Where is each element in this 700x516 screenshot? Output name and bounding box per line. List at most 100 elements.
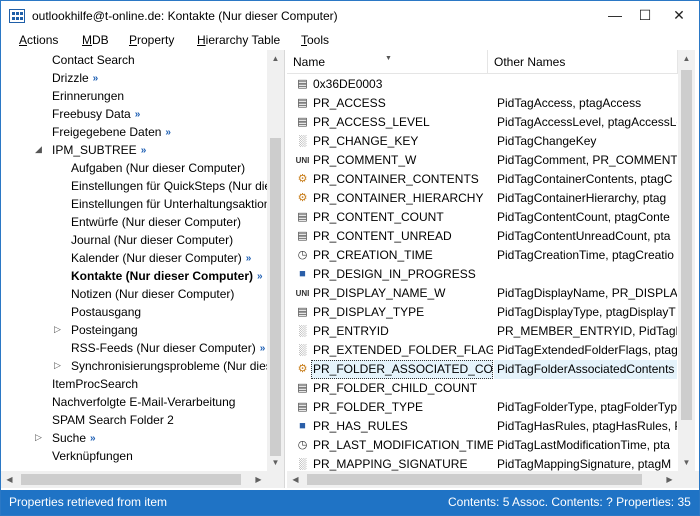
scroll-right-icon[interactable]: ▶ — [250, 471, 267, 488]
linked-folder-icon: » — [134, 108, 141, 120]
status-counts: Contents: 5 Assoc. Contents: ? Propertie… — [448, 495, 691, 509]
property-row[interactable]: ⚙ PR_CONTAINER_HIERARCHY PidTagContainerHi… — [287, 189, 677, 208]
tree-item[interactable]: IPM_SUBTREE» — [52, 141, 146, 159]
tree-item[interactable]: Postausgang — [71, 303, 141, 321]
bytes-icon: ░ — [298, 325, 307, 337]
window-title: outlookhilfe@t-online.de: Kontakte (Nur … — [32, 9, 338, 23]
scroll-thumb[interactable] — [270, 138, 281, 456]
property-row[interactable]: ░ PR_EXTENDED_FOLDER_FLAGS PidTagExtendedF… — [287, 341, 677, 360]
expand-icon[interactable]: ▷ — [54, 360, 61, 371]
tree-item[interactable]: Journal (Nur dieser Computer) — [71, 231, 233, 249]
tree-item[interactable]: Posteingang — [71, 321, 138, 339]
maximize-button[interactable]: ☐ — [631, 3, 659, 27]
close-button[interactable]: ✕ — [665, 3, 693, 27]
app-icon — [9, 9, 25, 23]
scroll-down-icon[interactable]: ▼ — [267, 454, 284, 471]
property-list[interactable]: Name ▼ Other Names ▤ 0x36DE0003 ▤ PR_ACCESS… — [287, 50, 699, 488]
property-row[interactable]: ░ PR_CHANGE_KEY PidTagChangeKey — [287, 132, 677, 151]
tree-item[interactable]: Nachverfolgte E-Mail-Verarbeitung — [52, 393, 235, 411]
linked-folder-icon: » — [257, 270, 263, 282]
tree-item-label: ItemProcSearch — [52, 377, 139, 391]
expand-icon[interactable]: ▷ — [35, 432, 42, 443]
property-name: PR_EXTENDED_FOLDER_FLAGS — [313, 343, 493, 357]
tree-item-label: Erinnerungen — [52, 89, 125, 103]
menu-property[interactable]: Property — [129, 33, 174, 47]
column-header-other-names[interactable]: Other Names — [488, 50, 678, 74]
property-row[interactable]: ■ PR_DESIGN_IN_PROGRESS — [287, 265, 677, 284]
object-icon: ⚙ — [297, 192, 308, 204]
tree-item[interactable]: Kalender (Nur dieser Computer)» — [71, 249, 251, 267]
property-row[interactable]: ■ PR_HAS_RULES PidTagHasRules, ptagHasRule… — [287, 417, 677, 436]
property-name: PR_CREATION_TIME — [313, 248, 433, 262]
menu-mdb[interactable]: MDB — [82, 33, 109, 47]
tree-item[interactable]: Einstellungen für Unterhaltungsaktion — [71, 195, 270, 213]
menu-hierarchy-table[interactable]: Hierarchy Table — [197, 33, 280, 47]
menu-tools[interactable]: Tools — [301, 33, 329, 47]
tree-item[interactable]: Erinnerungen — [52, 87, 124, 105]
property-row[interactable]: ◷ PR_LAST_MODIFICATION_TIME PidTagLastModi… — [287, 436, 677, 455]
menu-actions[interactable]: Actions — [19, 33, 58, 47]
properties-vertical-scrollbar[interactable]: ▲ ▼ — [678, 50, 695, 471]
unicode-icon: UNI — [295, 289, 310, 298]
property-other-names: PidTagDisplayType, ptagDisplayT — [497, 305, 676, 319]
tree-item[interactable]: Freigegebene Daten» — [52, 123, 171, 141]
scroll-left-icon[interactable]: ◀ — [287, 471, 304, 488]
tree-item-label: Aufgaben (Nur dieser Computer) — [71, 161, 246, 175]
minimize-button[interactable]: — — [601, 3, 629, 27]
scroll-down-icon[interactable]: ▼ — [678, 454, 695, 471]
property-other-names: PR_MEMBER_ENTRYID, PidTagEnt — [497, 324, 677, 338]
scroll-thumb[interactable] — [307, 474, 642, 485]
tree-horizontal-scrollbar[interactable]: ◀ ▶ — [1, 471, 284, 488]
tree-item[interactable]: Entwürfe (Nur dieser Computer) — [71, 213, 241, 231]
tree-item-label: Journal (Nur dieser Computer) — [71, 233, 234, 247]
unicode-icon: UNI — [295, 156, 310, 165]
property-row[interactable]: ◷ PR_CREATION_TIME PidTagCreationTime, pta… — [287, 246, 677, 265]
tree-item[interactable]: Freebusy Data» — [52, 105, 140, 123]
tree-item[interactable]: RSS-Feeds (Nur dieser Computer)» — [71, 339, 265, 357]
tree-vertical-scrollbar[interactable]: ▲ ▼ — [267, 50, 284, 471]
scroll-right-icon[interactable]: ▶ — [661, 471, 678, 488]
property-row[interactable]: ░ PR_ENTRYID PR_MEMBER_ENTRYID, PidTagEnt — [287, 322, 677, 341]
property-row[interactable]: ▤ 0x36DE0003 — [287, 75, 677, 94]
property-name: PR_DESIGN_IN_PROGRESS — [313, 267, 476, 281]
scroll-up-icon[interactable]: ▲ — [267, 50, 284, 67]
property-row[interactable]: ▤ PR_CONTENT_COUNT PidTagContentCount, pta… — [287, 208, 677, 227]
tree-item[interactable]: Synchronisierungsprobleme (Nur dies — [71, 357, 272, 375]
properties-horizontal-scrollbar[interactable]: ◀ ▶ — [287, 471, 699, 488]
tree-item[interactable]: Aufgaben (Nur dieser Computer) — [71, 159, 245, 177]
property-row[interactable]: ▤ PR_FOLDER_TYPE PidTagFolderType, ptagFol… — [287, 398, 677, 417]
property-row[interactable]: ▤ PR_FOLDER_CHILD_COUNT — [287, 379, 677, 398]
tree-item[interactable]: Drizzle» — [52, 69, 98, 87]
collapse-icon[interactable]: ◢ — [35, 144, 42, 155]
property-other-names: PidTagCreationTime, ptagCreatio — [497, 248, 674, 262]
tree-item[interactable]: Verknüpfungen — [52, 447, 133, 465]
scroll-left-icon[interactable]: ◀ — [1, 471, 18, 488]
linked-folder-icon: » — [259, 342, 266, 354]
column-header-name[interactable]: Name ▼ — [287, 50, 488, 74]
property-row[interactable]: ▤ PR_CONTENT_UNREAD PidTagContentUnreadCou… — [287, 227, 677, 246]
tree-item[interactable]: Contact Search — [52, 51, 135, 69]
tree-item[interactable]: ItemProcSearch — [52, 375, 138, 393]
tree-item[interactable]: Kontakte (Nur dieser Computer)» — [71, 267, 263, 285]
property-row[interactable]: ▤ PR_ACCESS PidTagAccess, ptagAccess — [287, 94, 677, 113]
property-row[interactable]: ▤ PR_ACCESS_LEVEL PidTagAccessLevel, ptagA… — [287, 113, 677, 132]
scroll-thumb[interactable] — [21, 474, 241, 485]
scroll-up-icon[interactable]: ▲ — [678, 50, 695, 67]
tree-item[interactable]: Suche» — [52, 429, 96, 447]
property-row[interactable]: ⚙ PR_CONTAINER_CONTENTS PidTagContainerCon… — [287, 170, 677, 189]
property-name: PR_CHANGE_KEY — [313, 134, 419, 148]
scroll-thumb[interactable] — [681, 70, 692, 420]
expand-icon[interactable]: ▷ — [54, 324, 61, 335]
folder-tree[interactable]: Contact Search Drizzle» Erinnerungen Freebu… — [1, 50, 285, 488]
sort-descending-icon: ▼ — [385, 55, 392, 62]
tree-item[interactable]: SPAM Search Folder 2 — [52, 411, 174, 429]
property-row[interactable]: ⚙ PR_FOLDER_ASSOCIATED_CON... PidTagFolder… — [287, 360, 677, 379]
tree-item[interactable]: Einstellungen für QuickSteps (Nur die — [71, 177, 271, 195]
property-row[interactable]: ▤ PR_DISPLAY_TYPE PidTagDisplayType, ptagD… — [287, 303, 677, 322]
tree-item-label: Freigegebene Daten — [52, 125, 162, 139]
tree-item-label: Suche — [52, 431, 87, 445]
property-row[interactable]: UNI PR_COMMENT_W PidTagComment, PR_COMMENT — [287, 151, 677, 170]
tree-item[interactable]: Notizen (Nur dieser Computer) — [71, 285, 234, 303]
property-other-names: PidTagHasRules, ptagHasRules, P — [497, 419, 677, 433]
property-row[interactable]: UNI PR_DISPLAY_NAME_W PidTagDisplayName, P… — [287, 284, 677, 303]
